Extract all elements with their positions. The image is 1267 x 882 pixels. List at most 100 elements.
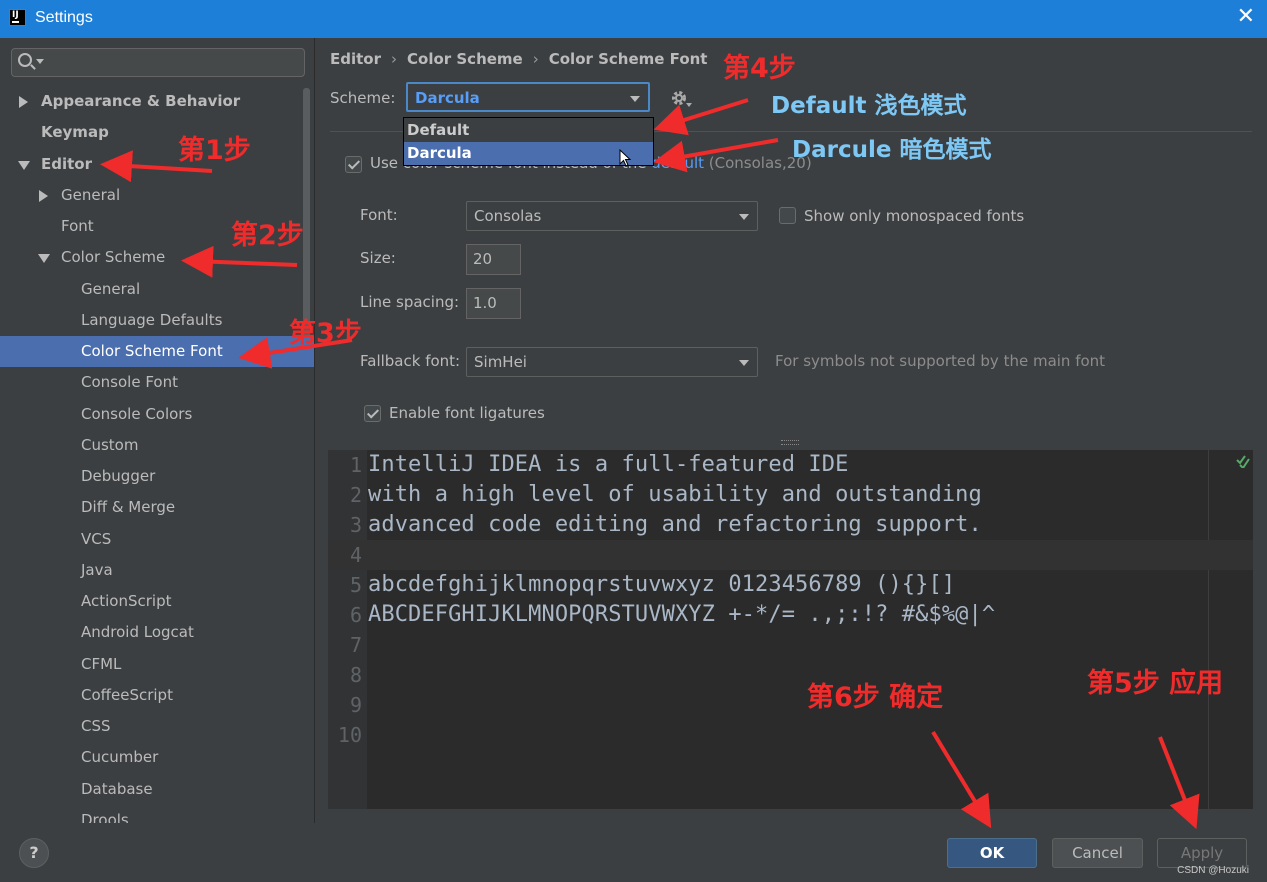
sidebar-item-console-colors[interactable]: Console Colors [0,399,300,430]
expand-arrow-icon[interactable] [39,190,48,202]
line-number: 8 [349,663,362,687]
sidebar-item-diff-merge[interactable]: Diff & Merge [0,492,300,523]
sidebar-item-keymap[interactable]: Keymap [0,117,300,148]
sidebar-item-label: Language Defaults [81,311,223,329]
splitter-grip[interactable] [781,440,799,445]
sidebar-item-language-defaults[interactable]: Language Defaults [0,305,300,336]
editor-line: 3 advanced code editing and refactoring s… [328,510,1253,540]
collapse-arrow-icon[interactable] [18,161,30,170]
sidebar-item-vcs[interactable]: VCS [0,524,300,555]
breadcrumb-item-color-scheme-font: Color Scheme Font [548,50,708,68]
sidebar-item-label: Custom [81,436,139,454]
line-number: 4 [349,543,362,567]
apply-button[interactable]: Apply [1157,838,1247,868]
line-code: ABCDEFGHIJKLMNOPQRSTUVWXYZ +-*/= .,;:!? … [368,602,996,627]
line-code: with a high level of usability and outst… [368,482,982,507]
line-number: 5 [349,573,362,597]
sidebar-item-android-logcat[interactable]: Android Logcat [0,617,300,648]
sidebar-item-label: CFML [81,655,122,673]
sidebar-item-drools[interactable]: Drools [0,805,300,823]
sidebar-item-label: Color Scheme Font [81,342,223,360]
sidebar-item-appearance-behavior[interactable]: Appearance & Behavior [0,86,300,117]
fallback-font-label: Fallback font: [360,352,461,370]
expand-arrow-icon[interactable] [19,96,28,108]
sidebar-item-color-scheme-font[interactable]: Color Scheme Font [0,336,314,367]
fallback-font-dropdown[interactable]: SimHei [466,347,758,377]
sidebar-item-console-font[interactable]: Console Font [0,367,300,398]
line-number: 9 [349,693,362,717]
sidebar-item-cfml[interactable]: CFML [0,649,300,680]
sidebar-item-label: Cucumber [81,748,159,766]
breadcrumb-item-color-scheme[interactable]: Color Scheme [407,50,523,68]
breadcrumb: Editor › Color Scheme › Color Scheme Font [330,50,717,68]
collapse-arrow-icon[interactable] [38,254,50,263]
scheme-value: Darcula [415,89,480,107]
help-button[interactable]: ? [19,838,49,868]
sidebar-item-label: Debugger [81,467,156,485]
breadcrumb-item-editor[interactable]: Editor [330,50,381,68]
editor-line: 1 IntelliJ IDEA is a full-featured IDE [328,450,1253,480]
annotation-step3: 第3步 [289,318,362,349]
scheme-option-default[interactable]: Default [404,119,653,142]
chevron-down-icon[interactable] [36,59,44,64]
sidebar-scrollbar[interactable] [303,88,310,346]
ok-button[interactable]: OK [947,838,1037,868]
editor-line: 7 [328,630,1253,660]
intellij-app-icon [9,9,26,26]
sidebar-item-general[interactable]: General [0,180,300,211]
scheme-option-darcula[interactable]: Darcula [404,142,653,165]
sidebar-item-label: Appearance & Behavior [41,92,241,110]
fallback-font-hint: For symbols not supported by the main fo… [775,352,1106,370]
gear-dropdown-caret-icon [686,103,692,107]
sidebar-item-label: Database [81,780,153,798]
use-scheme-font-checkbox[interactable] [345,156,362,173]
sidebar-item-debugger[interactable]: Debugger [0,461,300,492]
search-input[interactable] [11,48,305,77]
line-number: 10 [337,723,362,747]
line-code: abcdefghijklmnopqrstuvwxyz 0123456789 ()… [368,572,956,597]
size-input[interactable]: 20 [466,244,521,275]
sidebar-item-custom[interactable]: Custom [0,430,300,461]
scheme-dropdown-popup: Default Darcula [403,117,654,166]
sidebar-item-java[interactable]: Java [0,555,300,586]
chevron-down-icon [739,360,749,366]
sidebar-item-label: Color Scheme [61,248,166,266]
annotation-step2: 第2步 [231,220,304,251]
fallback-font-value: SimHei [474,353,527,371]
line-number: 3 [349,513,362,537]
scheme-dropdown[interactable]: Darcula [406,82,650,112]
line-spacing-input[interactable]: 1.0 [466,288,521,319]
annotation-step1: 第1步 [178,135,251,166]
sidebar-item-label: General [61,186,121,204]
sidebar-item-scheme-general[interactable]: General [0,274,300,305]
font-dropdown[interactable]: Consolas [466,201,758,231]
annotation-step5: 第5步 应用 [1087,668,1224,699]
sidebar-item-label: CSS [81,717,111,735]
sidebar-item-label: Console Colors [81,405,193,423]
sidebar-item-coffeescript[interactable]: CoffeeScript [0,680,300,711]
close-icon[interactable]: ✕ [1237,4,1255,29]
sidebar-item-actionscript[interactable]: ActionScript [0,586,300,617]
sidebar-item-editor[interactable]: Editor [0,149,300,180]
breadcrumb-separator: › [391,50,397,68]
sidebar-item-database[interactable]: Database [0,774,300,805]
editor-line: 10 [328,720,1253,750]
line-code: advanced code editing and refactoring su… [368,512,982,537]
sidebar-item-label: Editor [41,155,92,173]
title-bar: Settings ✕ [0,0,1267,38]
annotation-default-light: Default 浅色模式 [771,93,967,119]
cancel-button[interactable]: Cancel [1052,838,1143,868]
sidebar-item-label: Android Logcat [81,623,194,641]
sidebar-item-cucumber[interactable]: Cucumber [0,742,300,773]
font-preview-editor[interactable]: 1 IntelliJ IDEA is a full-featured IDE 2w… [328,450,1253,809]
inspection-ok-icon [1236,455,1250,468]
settings-sidebar: Appearance & Behavior Keymap Editor Gene… [0,38,315,823]
default-font-link[interactable]: default [651,154,704,172]
monospaced-checkbox[interactable] [779,207,796,224]
ligatures-checkbox[interactable] [364,405,381,422]
size-label: Size: [360,249,396,267]
line-number: 2 [349,483,362,507]
monospaced-label: Show only monospaced fonts [804,207,1025,225]
sidebar-item-label: VCS [81,530,112,548]
sidebar-item-css[interactable]: CSS [0,711,300,742]
